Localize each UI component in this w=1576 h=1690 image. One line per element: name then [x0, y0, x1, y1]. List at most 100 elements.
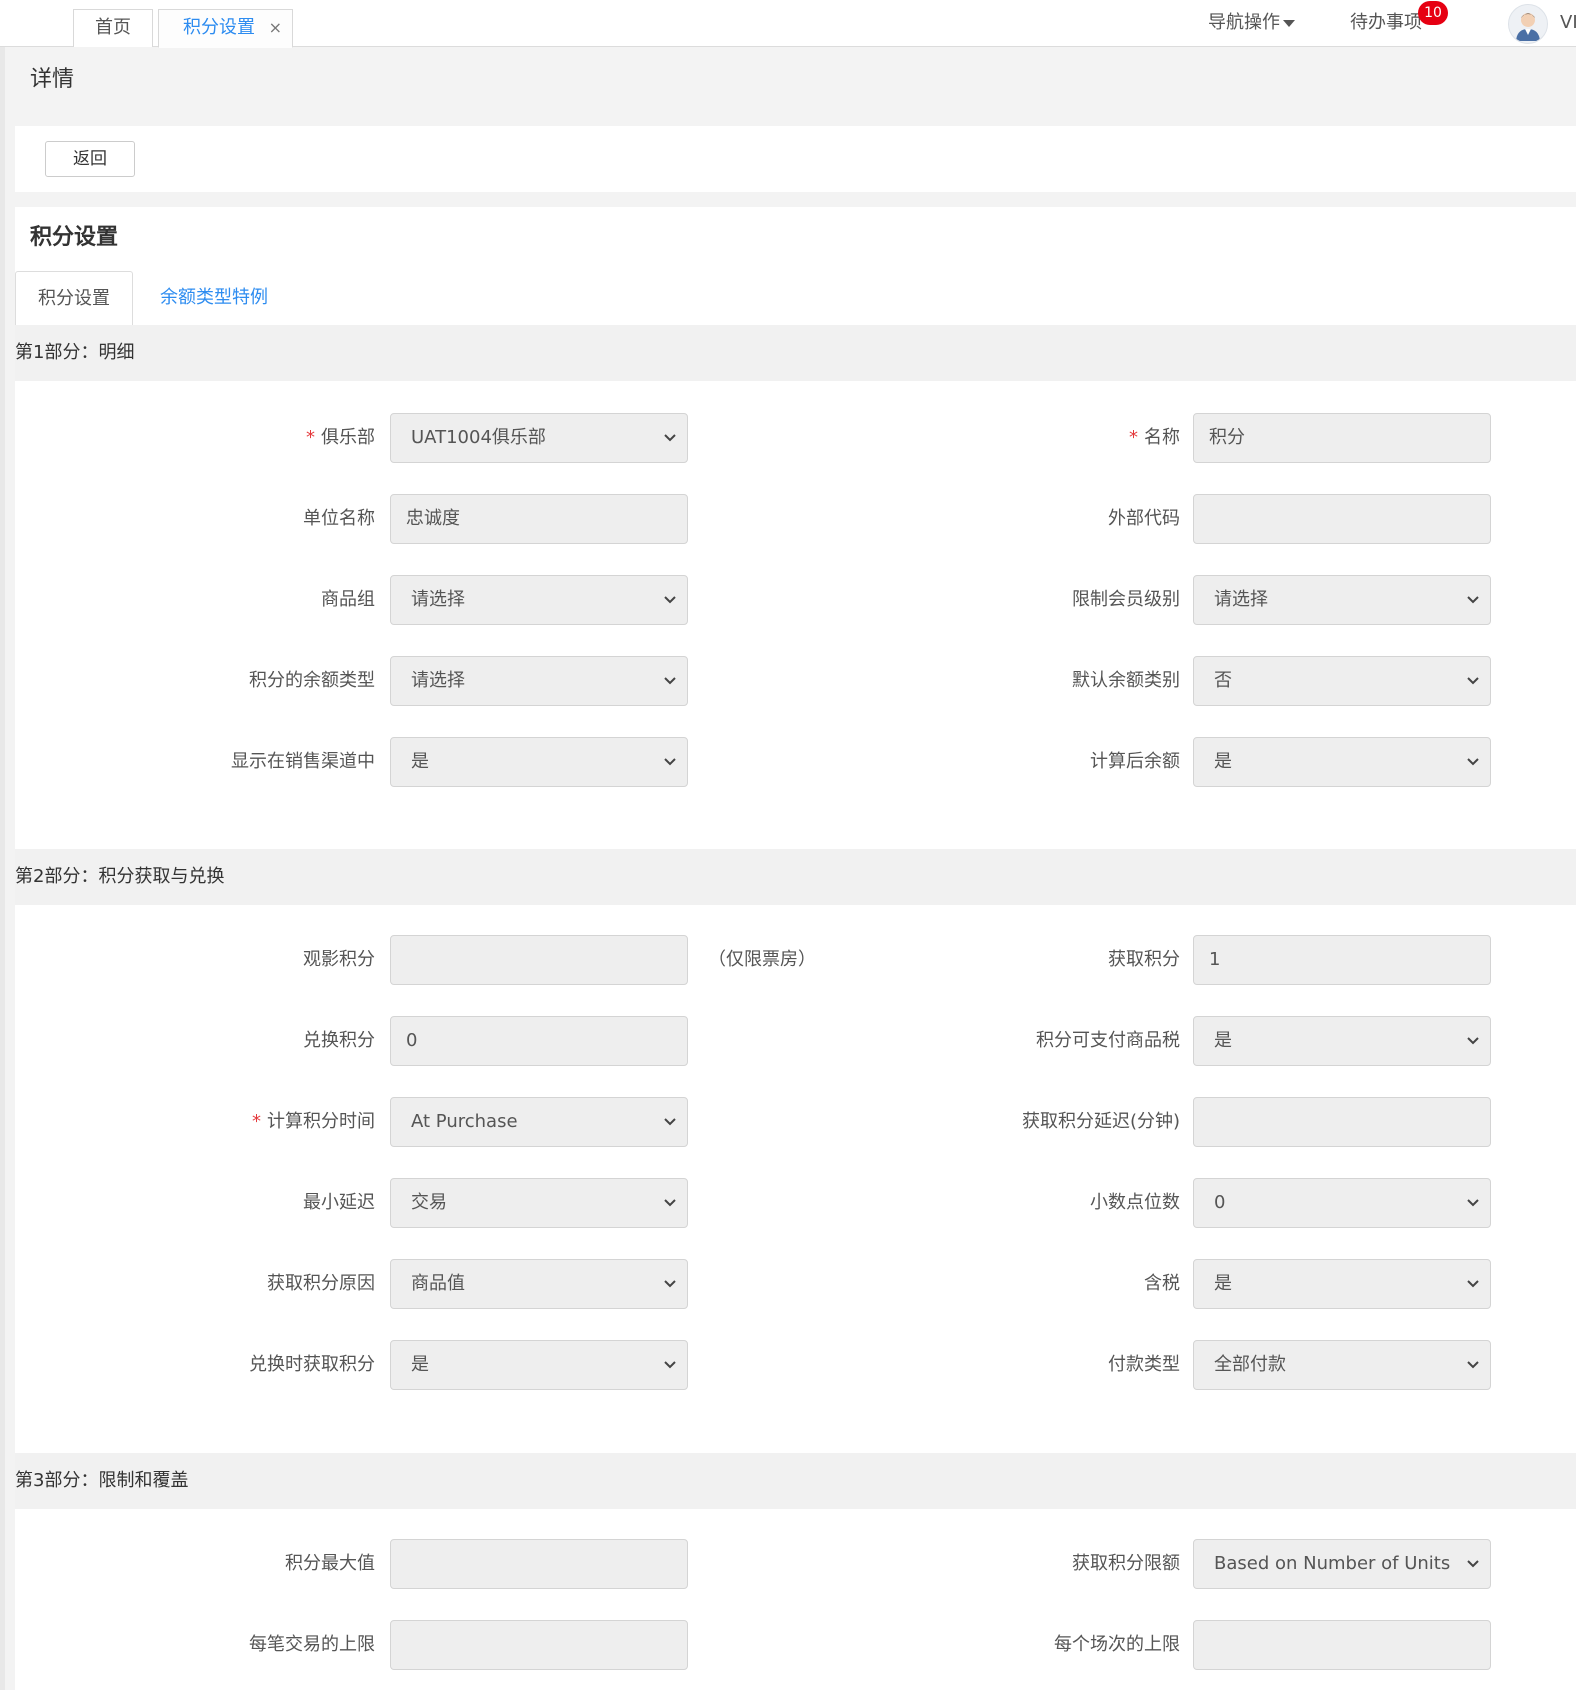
- default-balance-value: 否: [1214, 670, 1232, 691]
- pay-tax-label: 积分可支付商品税: [1036, 1030, 1180, 1051]
- club-label: * 俱乐部: [15, 413, 375, 463]
- balance-type-select[interactable]: 请选择: [390, 656, 688, 706]
- calc-after-balance-select[interactable]: 是: [1193, 737, 1491, 787]
- movie-points-note: （仅限票房）: [708, 949, 816, 970]
- club-value: UAT1004俱乐部: [411, 427, 546, 448]
- unit-name-input[interactable]: 忠诚度: [390, 494, 688, 544]
- per-session-limit-input[interactable]: [1193, 1620, 1491, 1670]
- chevron-down-icon: [664, 434, 676, 442]
- subtab-balance-exceptions[interactable]: 余额类型特例: [160, 271, 268, 327]
- chevron-down-icon: [664, 1361, 676, 1369]
- tax-included-value: 是: [1214, 1273, 1232, 1294]
- name-input[interactable]: 积分: [1193, 413, 1491, 463]
- calc-time-label: * 计算积分时间: [15, 1097, 375, 1147]
- part3-header: 第3部分：限制和覆盖: [15, 1453, 1576, 1509]
- earn-on-redeem-select[interactable]: 是: [390, 1340, 688, 1390]
- required-icon: *: [306, 427, 315, 448]
- club-select[interactable]: UAT1004俱乐部: [390, 413, 688, 463]
- back-button[interactable]: 返回: [45, 141, 135, 177]
- todo-count-badge: 10: [1418, 1, 1448, 25]
- product-group-select[interactable]: 请选择: [390, 575, 688, 625]
- per-txn-limit-input[interactable]: [390, 1620, 688, 1670]
- payment-type-select[interactable]: 全部付款: [1193, 1340, 1491, 1390]
- chevron-down-icon: [1467, 1361, 1479, 1369]
- club-label-text: 俱乐部: [321, 427, 375, 448]
- member-level-value: 请选择: [1214, 589, 1268, 610]
- earn-delay-label: 获取积分延迟(分钟): [1021, 1111, 1180, 1132]
- movie-points-label: 观影积分: [303, 949, 375, 970]
- earn-limit-select[interactable]: Based on Number of Units: [1193, 1539, 1491, 1589]
- product-group-label: 商品组: [321, 589, 375, 610]
- pay-tax-select[interactable]: 是: [1193, 1016, 1491, 1066]
- payment-type-value: 全部付款: [1214, 1354, 1286, 1375]
- earn-limit-value: Based on Number of Units: [1214, 1553, 1451, 1574]
- part1-title: 第1部分：明细: [15, 342, 135, 363]
- left-edge: [0, 0, 5, 1690]
- part2-title: 第2部分：积分获取与兑换: [15, 866, 225, 887]
- per-txn-limit-label: 每笔交易的上限: [249, 1634, 375, 1655]
- chevron-down-icon: [1467, 1199, 1479, 1207]
- decimals-select[interactable]: 0: [1193, 1178, 1491, 1228]
- close-icon[interactable]: ×: [269, 10, 282, 46]
- earn-limit-label: 获取积分限额: [1072, 1553, 1180, 1574]
- payment-type-label: 付款类型: [1108, 1354, 1180, 1375]
- pay-tax-value: 是: [1214, 1030, 1232, 1051]
- calc-time-label-text: 计算积分时间: [267, 1111, 375, 1132]
- min-delay-select[interactable]: 交易: [390, 1178, 688, 1228]
- earn-points-input[interactable]: 1: [1193, 935, 1491, 985]
- earn-on-redeem-label: 兑换时获取积分: [249, 1354, 375, 1375]
- redeem-points-label: 兑换积分: [303, 1030, 375, 1051]
- user-name[interactable]: VI: [1560, 10, 1576, 36]
- user-avatar-icon[interactable]: [1508, 4, 1548, 44]
- chevron-down-icon: [1467, 677, 1479, 685]
- nav-ops-menu[interactable]: 导航操作: [1208, 10, 1295, 36]
- tab-points-settings[interactable]: 积分设置 ×: [158, 9, 293, 48]
- earn-points-label: 获取积分: [1108, 949, 1180, 970]
- calc-time-select[interactable]: At Purchase: [390, 1097, 688, 1147]
- earn-reason-label: 获取积分原因: [267, 1273, 375, 1294]
- show-in-channel-select[interactable]: 是: [390, 737, 688, 787]
- tax-included-select[interactable]: 是: [1193, 1259, 1491, 1309]
- chevron-down-icon: [664, 1118, 676, 1126]
- external-code-input[interactable]: [1193, 494, 1491, 544]
- tab-home[interactable]: 首页: [73, 9, 153, 47]
- chevron-down-icon: [664, 1199, 676, 1207]
- calc-after-balance-label: 计算后余额: [1090, 751, 1180, 772]
- part3-title: 第3部分：限制和覆盖: [15, 1470, 189, 1491]
- page-title: 详情: [30, 67, 75, 92]
- redeem-points-value: 0: [406, 1030, 418, 1051]
- max-points-input[interactable]: [390, 1539, 688, 1589]
- max-points-label: 积分最大值: [285, 1553, 375, 1574]
- product-group-value: 请选择: [411, 589, 465, 610]
- redeem-points-input[interactable]: 0: [390, 1016, 688, 1066]
- earn-points-value: 1: [1209, 949, 1221, 970]
- default-balance-label: 默认余额类别: [1072, 670, 1180, 691]
- nav-ops-label: 导航操作: [1208, 12, 1280, 33]
- chevron-down-icon: [1467, 1280, 1479, 1288]
- member-level-label: 限制会员级别: [1072, 589, 1180, 610]
- subtab-points-settings[interactable]: 积分设置: [15, 271, 133, 327]
- earn-reason-select[interactable]: 商品值: [390, 1259, 688, 1309]
- earn-on-redeem-value: 是: [411, 1354, 429, 1375]
- external-code-label: 外部代码: [1108, 508, 1180, 529]
- balance-type-value: 请选择: [411, 670, 465, 691]
- earn-delay-input[interactable]: [1193, 1097, 1491, 1147]
- tab-label: 积分设置: [183, 17, 255, 38]
- member-level-select[interactable]: 请选择: [1193, 575, 1491, 625]
- top-bar: 首页 积分设置 × 导航操作 待办事项 10 VI: [0, 0, 1576, 48]
- show-in-channel-value: 是: [411, 751, 429, 772]
- chevron-down-icon: [664, 677, 676, 685]
- movie-points-input[interactable]: [390, 935, 688, 985]
- toolbar-panel: [15, 126, 1576, 192]
- chevron-down-icon: [664, 758, 676, 766]
- todo-link[interactable]: 待办事项: [1350, 10, 1422, 36]
- earn-reason-value: 商品值: [411, 1273, 465, 1294]
- chevron-down-icon: [664, 596, 676, 604]
- tax-included-label: 含税: [1144, 1273, 1180, 1294]
- min-delay-value: 交易: [411, 1192, 447, 1213]
- part2-header: 第2部分：积分获取与兑换: [15, 849, 1576, 905]
- caret-down-icon: [1283, 19, 1295, 27]
- part1-header: 第1部分：明细: [15, 325, 1576, 381]
- default-balance-select[interactable]: 否: [1193, 656, 1491, 706]
- required-icon: *: [1129, 427, 1138, 448]
